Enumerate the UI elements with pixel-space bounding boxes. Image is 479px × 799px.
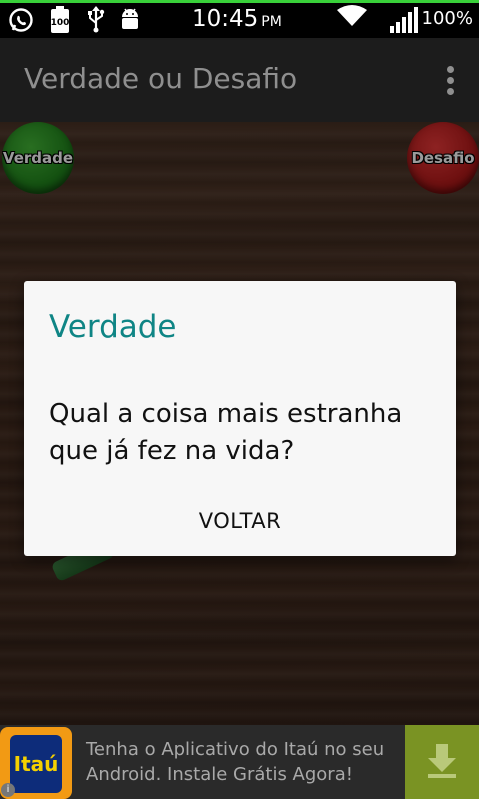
notification-line — [0, 0, 479, 3]
clock-time: 10:45 — [192, 6, 259, 32]
dialog-message: Qual a coisa mais estranha que já fez na… — [49, 399, 403, 466]
dialog-title: Verdade — [49, 309, 177, 345]
clock: 10:45 PM — [192, 6, 282, 32]
itau-logo-text: Itaú — [10, 735, 62, 793]
usb-icon — [86, 5, 106, 37]
battery-percentage: 100% — [421, 8, 473, 29]
signal-icon — [389, 6, 419, 38]
truth-dialog: Verdade Qual a coisa mais estranha que j… — [24, 281, 456, 556]
download-button[interactable] — [405, 725, 479, 799]
back-button[interactable]: VOLTAR — [179, 502, 301, 540]
overflow-menu-icon[interactable] — [447, 66, 455, 96]
status-bar: 100 10:45 PM 100% — [0, 0, 479, 38]
app-title: Verdade ou Desafio — [24, 62, 298, 95]
battery-100-icon: 100 — [50, 6, 70, 38]
wifi-icon — [336, 5, 368, 31]
action-bar: Verdade ou Desafio — [0, 38, 479, 122]
download-icon — [425, 742, 459, 782]
svg-text:100: 100 — [51, 18, 70, 28]
clock-ampm: PM — [261, 14, 282, 30]
ad-banner[interactable]: Itaú i Tenha o Aplicativo do Itaú no seu… — [0, 725, 479, 799]
ad-text[interactable]: Tenha o Aplicativo do Itaú no seu Androi… — [86, 737, 396, 787]
whatsapp-icon — [8, 7, 34, 37]
android-icon — [118, 5, 142, 37]
info-icon[interactable]: i — [1, 783, 15, 797]
